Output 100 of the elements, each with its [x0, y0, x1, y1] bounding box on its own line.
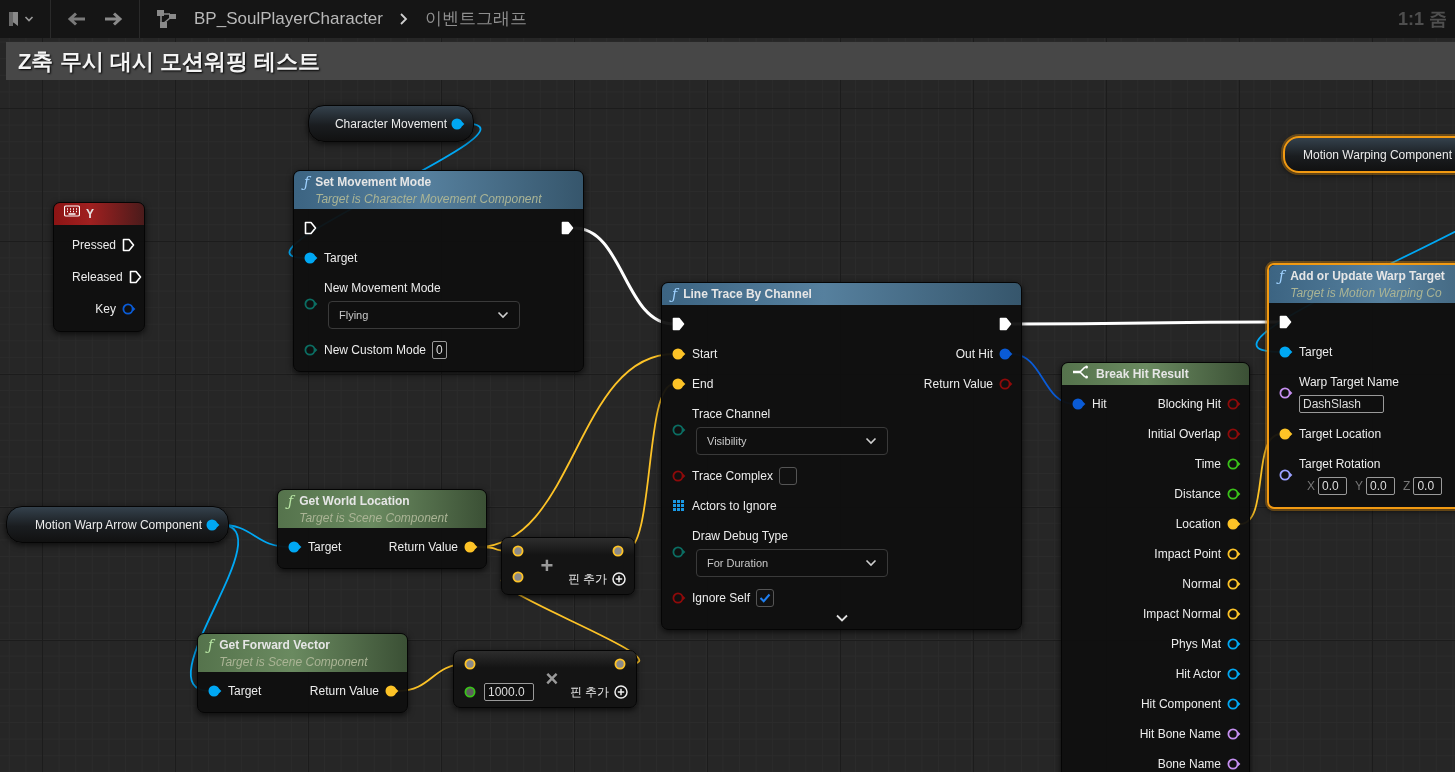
caret-icon: [497, 311, 509, 319]
pin-icon[interactable]: [614, 657, 628, 671]
back-arrow-icon[interactable]: [67, 11, 87, 27]
pin-icon[interactable]: [1227, 727, 1241, 741]
graph-name[interactable]: 이벤트그래프: [425, 6, 527, 32]
pin-icon[interactable]: [208, 684, 222, 698]
checkbox[interactable]: [756, 589, 775, 607]
add-pin-button[interactable]: 핀 추가: [567, 570, 626, 588]
pin-icon[interactable]: [451, 116, 465, 131]
chevron-right-icon: [399, 12, 409, 26]
variable-label: Motion Warp Arrow Component: [35, 516, 202, 534]
variable-node[interactable]: Character Movement: [308, 105, 474, 142]
add-pin-button[interactable]: 핀 추가: [569, 683, 628, 701]
blueprint-node[interactable]: ƒ Get Forward Vector Target is Scene Component Target Return Value: [197, 633, 408, 713]
node-header[interactable]: ƒ Line Trace By Channel: [662, 283, 1021, 305]
dropdown[interactable]: Visibility: [696, 427, 888, 455]
pin-label: Blocking Hit: [1157, 396, 1221, 413]
dropdown[interactable]: For Duration: [696, 549, 888, 577]
node-header[interactable]: ƒ Get World Location Target is Scene Component: [278, 490, 486, 528]
pin-icon[interactable]: [612, 544, 626, 558]
blueprint-node[interactable]: ƒ Line Trace By Channel Start Out Hit End Return Value Trace Channel Visibility Trace Complex Actors to Ignore Draw Debug Type For Duration Ignore Self: [661, 282, 1022, 630]
exec-pin-icon[interactable]: [128, 270, 143, 284]
pin-icon[interactable]: [1227, 517, 1241, 531]
pin-icon[interactable]: [1279, 427, 1293, 441]
exec-pin-icon[interactable]: [1279, 315, 1293, 329]
text-field[interactable]: 0: [432, 341, 448, 359]
blueprint-node[interactable]: ƒ Add or Update Warp Target Target is Motion Warping Co Target Warp Target Name DashSlash Target Location Target Rotation X 0.0 Y 0.0 Z 0.0: [1267, 263, 1455, 509]
variable-label: Motion Warping Component: [1303, 146, 1452, 164]
chevron-down-icon[interactable]: [834, 613, 849, 623]
exec-pin-icon[interactable]: [672, 317, 686, 331]
node-title: Get Forward Vector: [219, 637, 331, 654]
checkbox[interactable]: [778, 467, 797, 485]
text-field[interactable]: DashSlash: [1299, 395, 1384, 413]
pin-icon[interactable]: [1227, 757, 1241, 771]
pin-icon[interactable]: [1227, 487, 1241, 501]
pin-icon[interactable]: [464, 657, 478, 671]
pin-icon[interactable]: [1227, 637, 1241, 651]
pin-icon[interactable]: [1227, 697, 1241, 711]
pin-icon[interactable]: [1279, 386, 1293, 400]
pin-icon[interactable]: [1227, 577, 1241, 591]
variable-node[interactable]: Motion Warping Component: [1283, 136, 1455, 173]
pin-icon[interactable]: [464, 685, 478, 699]
exec-pin-icon[interactable]: [304, 221, 318, 235]
node-header[interactable]: Break Hit Result: [1062, 363, 1249, 385]
comment-header[interactable]: Z축 무시 대시 모션워핑 테스트: [6, 42, 1455, 80]
node-title: Break Hit Result: [1096, 366, 1189, 383]
pin-icon[interactable]: [1227, 457, 1241, 471]
bookmark-icon[interactable]: [8, 11, 20, 27]
pin-label: Hit Actor: [1175, 666, 1221, 683]
dropdown[interactable]: Flying: [328, 301, 520, 329]
blueprint-node[interactable]: Break Hit Result Hit Blocking Hit Initial Overlap Time Distance Location Impact Point Normal Impact Normal Phys Mat Hit Actor Hit Component Hit Bone Name Bone Name: [1061, 362, 1250, 772]
pin-label: Target Rotation: [1299, 456, 1382, 473]
pin-icon[interactable]: [1279, 345, 1293, 359]
pin-icon[interactable]: [206, 517, 220, 532]
exec-pin-icon[interactable]: [122, 238, 137, 252]
exec-pin-icon[interactable]: [561, 221, 575, 235]
blueprint-node[interactable]: ƒ Set Movement Mode Target is Character Movement Component Target New Movement Mode Flying New Custom Mode 0: [293, 170, 584, 372]
caret-icon: [865, 437, 877, 445]
exec-pin-icon[interactable]: [999, 317, 1013, 331]
node-header[interactable]: ƒ Add or Update Warp Target Target is Motion Warping Co: [1269, 265, 1455, 303]
node-header[interactable]: Y: [54, 203, 144, 225]
pin-icon[interactable]: [304, 251, 318, 265]
text-field[interactable]: 0.0: [1318, 477, 1347, 495]
pin-label: Initial Overlap: [1147, 426, 1221, 443]
node-header[interactable]: ƒ Get Forward Vector Target is Scene Component: [198, 634, 407, 672]
pin-label: Warp Target Name: [1299, 374, 1400, 391]
pin-icon[interactable]: [672, 377, 686, 391]
text-field[interactable]: 1000.0: [484, 683, 534, 701]
split-icon: [1072, 365, 1090, 379]
pin-label: Target: [1299, 344, 1333, 361]
pin-icon[interactable]: [1279, 468, 1293, 482]
pin-icon[interactable]: [512, 544, 526, 558]
pin-icon[interactable]: [385, 684, 399, 698]
node-header[interactable]: ƒ Set Movement Mode Target is Character Movement Component: [294, 171, 583, 209]
operator-symbol: +: [540, 555, 554, 577]
variable-node[interactable]: Motion Warp Arrow Component: [6, 506, 229, 543]
pin-icon[interactable]: [288, 540, 302, 554]
pin-icon[interactable]: [1227, 547, 1241, 561]
pin-label: Target Location: [1299, 426, 1382, 443]
pin-icon[interactable]: [1227, 607, 1241, 621]
pin-icon[interactable]: [512, 570, 526, 584]
asset-name[interactable]: BP_SoulPlayerCharacter: [194, 6, 383, 32]
pin-icon[interactable]: [672, 347, 686, 361]
forward-arrow-icon[interactable]: [103, 11, 123, 27]
text-field[interactable]: 0.0: [1366, 477, 1396, 495]
variable-label: Character Movement: [334, 115, 447, 133]
pin-icon[interactable]: [464, 540, 478, 554]
zoom-level: 1:1 줌: [1397, 7, 1447, 31]
caret-icon[interactable]: [24, 15, 34, 23]
pin-icon[interactable]: [1227, 667, 1241, 681]
blueprint-node[interactable]: ƒ Get World Location Target is Scene Component Target Return Value: [277, 489, 487, 569]
text-field[interactable]: 0.0: [1413, 477, 1443, 495]
math-node[interactable]: + 핀 추가: [501, 537, 635, 595]
array-pin-icon[interactable]: [672, 499, 686, 513]
node-title: Set Movement Mode: [315, 174, 433, 191]
math-node[interactable]: 1000.0 × 핀 추가: [453, 650, 637, 708]
pin-label: Impact Normal: [1142, 606, 1221, 623]
blueprint-node[interactable]: Y Pressed Released Key: [53, 202, 145, 332]
pin-label: Trace Complex: [692, 468, 773, 485]
pin-label: Actors to Ignore: [692, 498, 777, 515]
